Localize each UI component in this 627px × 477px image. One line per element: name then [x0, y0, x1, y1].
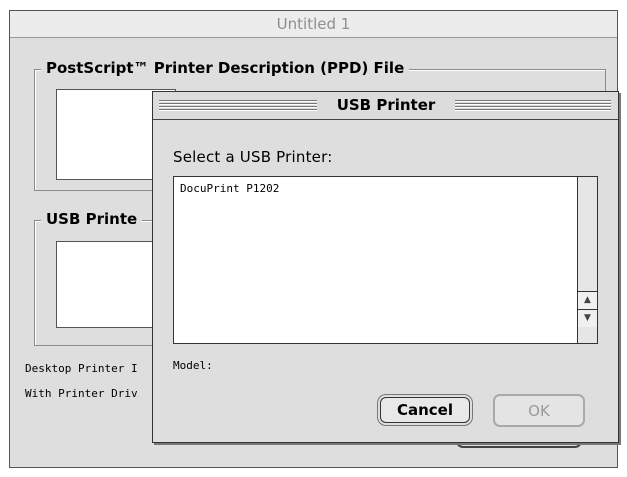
scroll-up-arrow-icon[interactable]: ▲ — [578, 291, 597, 309]
printer-list-item[interactable]: DocuPrint P1202 — [180, 182, 279, 195]
ok-button[interactable]: OK — [493, 394, 585, 427]
select-usb-printer-label: Select a USB Printer: — [173, 148, 333, 166]
printer-driver-label: With Printer Driv — [25, 387, 138, 400]
desktop-printer-label: Desktop Printer I — [25, 362, 138, 375]
printer-list[interactable]: DocuPrint P1202 ▲ ▼ — [173, 176, 598, 344]
model-label: Model: — [173, 359, 213, 372]
scroll-down-arrow-icon[interactable]: ▼ — [578, 309, 597, 327]
usb-printer-group-label: USB Printe — [41, 210, 143, 228]
dialog-titlebar[interactable]: USB Printer — [153, 92, 618, 120]
ppd-file-group-label: PostScript™ Printer Description (PPD) Fi… — [41, 59, 410, 77]
cancel-button[interactable]: Cancel — [380, 397, 470, 423]
background-window-title[interactable]: Untitled 1 — [10, 11, 617, 38]
dialog-title: USB Printer — [317, 92, 455, 119]
usb-printer-dialog: USB Printer Select a USB Printer: DocuPr… — [152, 91, 619, 443]
printer-list-scrollbar[interactable]: ▲ ▼ — [577, 177, 597, 343]
